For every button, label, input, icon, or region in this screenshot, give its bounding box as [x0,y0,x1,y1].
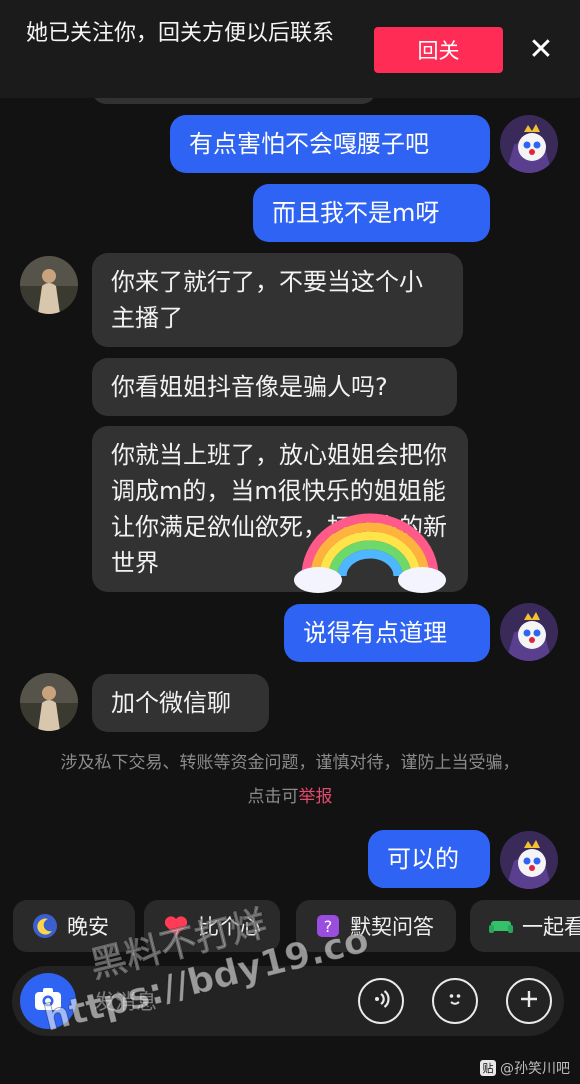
contact-avatar[interactable] [20,256,78,314]
message-bubble-outgoing[interactable]: 可以的 [368,830,490,888]
previous-message-bubble [92,98,376,104]
sofa-icon [488,912,514,940]
close-icon[interactable]: ✕ [524,30,558,70]
voice-button[interactable] [358,978,404,1024]
my-avatar[interactable] [500,115,558,173]
safety-notice-text: 涉及私下交易、转账等资金问题，谨慎对待，谨防上当受骗，点击可 [60,753,520,807]
my-avatar[interactable] [500,603,558,661]
emoji-button[interactable] [432,978,478,1024]
follow-notification-bar: 她已关注你，回关方便以后联系 回关 ✕ [0,0,580,98]
tieba-badge-icon: 贴 [480,1060,496,1076]
message-bubble-outgoing[interactable]: 有点害怕不会嘎腰子吧 [170,115,490,173]
more-options-button[interactable] [506,978,552,1024]
message-bubble-outgoing[interactable]: 而且我不是m呀 [253,184,490,242]
message-list[interactable]: 有点害怕不会嘎腰子吧 而且我不是m呀 你来了就行了，不要当这个小主播了 你看姐姐… [0,98,580,890]
plus-icon [517,987,541,1015]
report-link[interactable]: 举报 [299,787,333,807]
message-bubble-incoming[interactable]: 你看姐姐抖音像是骗人吗? [92,358,457,416]
moon-icon [31,912,59,940]
source-credit: 贴 @孙笑川吧 [480,1058,570,1078]
contact-avatar[interactable] [20,673,78,731]
safety-notice: 涉及私下交易、转账等资金问题，谨慎对待，谨防上当受骗，点击可举报 [60,746,520,814]
quick-reply-label: 一起看 [522,915,580,939]
follow-notification-text: 她已关注你，回关方便以后联系 [26,21,335,46]
emoji-icon [443,987,467,1015]
message-bubble-outgoing[interactable]: 说得有点道理 [284,604,490,662]
quick-reply-watch-together[interactable]: 一起看 [470,900,580,952]
source-credit-text: @孙笑川吧 [500,1061,570,1077]
message-bubble-incoming[interactable]: 你来了就行了，不要当这个小主播了 [92,253,463,347]
voice-icon [369,987,393,1015]
rainbow-sticker [292,506,448,596]
message-bubble-incoming[interactable]: 加个微信聊 [92,674,269,732]
my-avatar[interactable] [500,831,558,889]
follow-back-button[interactable]: 回关 [374,27,503,73]
